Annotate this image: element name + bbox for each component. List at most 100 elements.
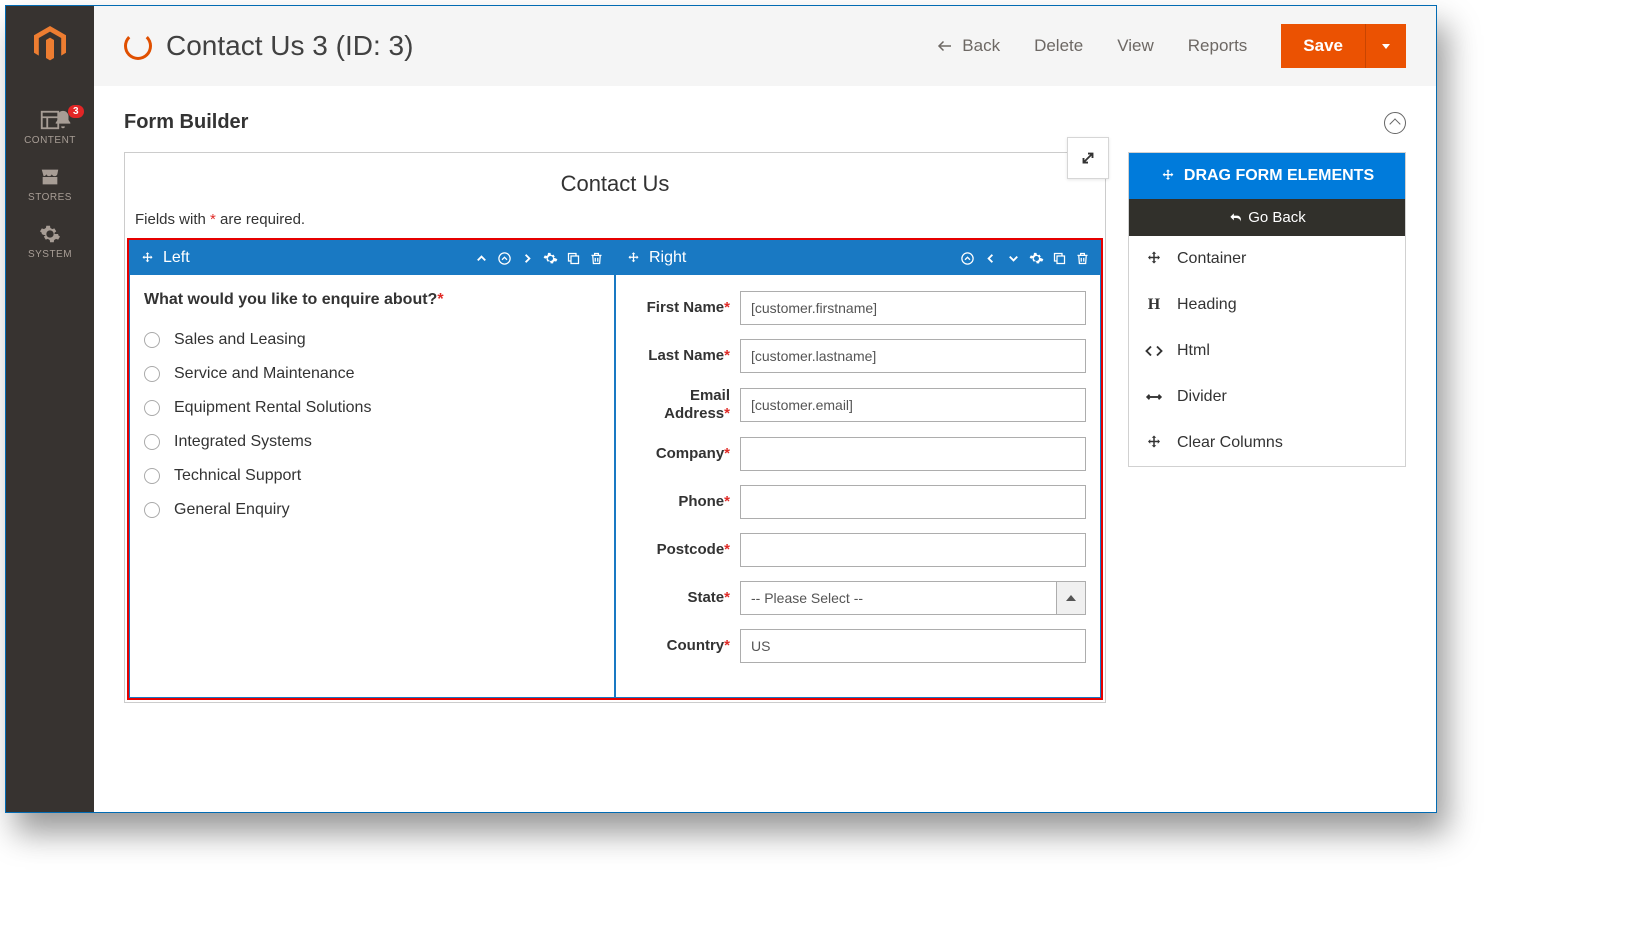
column-left[interactable]: Left What would you like to enquire <box>129 240 615 698</box>
form-field: Postcode* <box>630 533 1086 567</box>
trash-icon[interactable] <box>589 251 604 266</box>
radio-label: Service and Maintenance <box>174 365 355 383</box>
admin-sidebar: CONTENT 3 STORES SYSTEM <box>6 6 94 812</box>
form-field: State* <box>630 581 1086 615</box>
text-input[interactable] <box>740 485 1086 519</box>
circle-chevron-icon[interactable] <box>960 251 975 266</box>
chevron-down-icon[interactable] <box>1006 251 1021 266</box>
column-right-header: Right <box>616 241 1100 275</box>
column-right[interactable]: Right First Name*Last Name*Email Address… <box>615 240 1101 698</box>
sidebar-item-stores[interactable]: STORES <box>6 156 94 213</box>
sidebar-item-content[interactable]: CONTENT 3 <box>6 99 94 156</box>
palette-item-label: Html <box>1177 342 1210 360</box>
radio-option[interactable]: General Enquiry <box>144 493 600 527</box>
radio-label: Technical Support <box>174 467 301 485</box>
radio-label: Integrated Systems <box>174 433 312 451</box>
back-label: Back <box>962 36 1000 56</box>
copy-icon[interactable] <box>1052 251 1067 266</box>
builder-row: Contact Us Fields with * are required. L… <box>124 152 1406 703</box>
palette-item[interactable]: Container <box>1129 236 1405 282</box>
page-title-wrap: Contact Us 3 (ID: 3) <box>124 30 413 62</box>
column-right-body: First Name*Last Name*Email Address*Compa… <box>616 275 1100 697</box>
palette-back-button[interactable]: Go Back <box>1129 199 1405 236</box>
palette-item[interactable]: Clear Columns <box>1129 420 1405 466</box>
save-button[interactable]: Save <box>1281 24 1365 68</box>
text-input[interactable] <box>740 533 1086 567</box>
radio-icon <box>144 468 160 484</box>
sidebar-item-system[interactable]: SYSTEM <box>6 213 94 270</box>
gear-icon[interactable] <box>1029 251 1044 266</box>
palette-item-label: Clear Columns <box>1177 434 1283 452</box>
radio-option[interactable]: Service and Maintenance <box>144 357 600 391</box>
text-input[interactable] <box>740 629 1086 663</box>
radio-option[interactable]: Equipment Rental Solutions <box>144 391 600 425</box>
element-palette: DRAG FORM ELEMENTS Go Back Container HHea… <box>1128 152 1406 467</box>
section-header: Form Builder <box>124 111 1406 134</box>
form-field: Phone* <box>630 485 1086 519</box>
form-title: Contact Us <box>125 171 1105 197</box>
header-actions: Back Delete View Reports Save <box>936 24 1406 68</box>
form-field: Last Name* <box>630 339 1086 373</box>
radio-option[interactable]: Technical Support <box>144 459 600 493</box>
palette-item-label: Container <box>1177 250 1246 268</box>
radio-icon <box>144 366 160 382</box>
section-title: Form Builder <box>124 111 248 134</box>
form-field: Company* <box>630 437 1086 471</box>
palette-item[interactable]: Html <box>1129 328 1405 374</box>
sidebar-label: STORES <box>28 192 72 203</box>
delete-button[interactable]: Delete <box>1034 36 1083 56</box>
palette-item[interactable]: Divider <box>1129 374 1405 420</box>
move-icon <box>1145 434 1163 452</box>
radio-option[interactable]: Integrated Systems <box>144 425 600 459</box>
palette-item[interactable]: HHeading <box>1129 282 1405 328</box>
required-note: Fields with * are required. <box>125 211 1105 238</box>
select-input[interactable] <box>740 581 1056 615</box>
field-label: First Name* <box>630 299 730 317</box>
chevron-left-icon[interactable] <box>983 251 998 266</box>
collapse-toggle[interactable] <box>1384 112 1406 134</box>
text-input[interactable] <box>740 437 1086 471</box>
circle-chevron-icon[interactable] <box>497 251 512 266</box>
field-label: State* <box>630 589 730 607</box>
chevron-up-icon[interactable] <box>474 251 489 266</box>
text-input[interactable] <box>740 388 1086 422</box>
copy-icon[interactable] <box>566 251 581 266</box>
form-field: First Name* <box>630 291 1086 325</box>
magento-logo[interactable] <box>30 24 70 69</box>
move-icon[interactable] <box>626 251 641 266</box>
radio-question: What would you like to enquire about?* <box>144 291 600 309</box>
save-dropdown[interactable] <box>1365 24 1406 68</box>
field-label: Company* <box>630 445 730 463</box>
reports-button[interactable]: Reports <box>1188 36 1248 56</box>
sidebar-label: SYSTEM <box>28 249 72 260</box>
back-button[interactable]: Back <box>936 36 1000 56</box>
field-label: Country* <box>630 637 730 655</box>
palette-title: DRAG FORM ELEMENTS <box>1184 167 1374 185</box>
select-toggle[interactable] <box>1056 581 1086 615</box>
sidebar-label: CONTENT <box>24 135 76 146</box>
move-icon[interactable] <box>140 251 155 266</box>
text-input[interactable] <box>740 291 1086 325</box>
arrow-h-icon <box>1145 388 1163 406</box>
trash-icon[interactable] <box>1075 251 1090 266</box>
move-icon <box>1145 250 1163 268</box>
columns-container: Left What would you like to enquire <box>127 238 1103 700</box>
radio-label: General Enquiry <box>174 501 290 519</box>
notification-badge: 3 <box>68 105 84 118</box>
main-area: Contact Us 3 (ID: 3) Back Delete View Re… <box>94 6 1436 812</box>
field-label: Last Name* <box>630 347 730 365</box>
radio-icon <box>144 502 160 518</box>
radio-label: Sales and Leasing <box>174 331 306 349</box>
view-button[interactable]: View <box>1117 36 1154 56</box>
page-title: Contact Us 3 (ID: 3) <box>166 30 413 62</box>
code-icon <box>1145 342 1163 360</box>
column-left-body: What would you like to enquire about?* S… <box>130 275 614 547</box>
text-input[interactable] <box>740 339 1086 373</box>
gear-icon[interactable] <box>543 251 558 266</box>
chevron-right-icon[interactable] <box>520 251 535 266</box>
radio-icon <box>144 332 160 348</box>
palette-back-label: Go Back <box>1248 209 1306 226</box>
expand-button[interactable] <box>1067 137 1109 179</box>
save-group: Save <box>1281 24 1406 68</box>
radio-option[interactable]: Sales and Leasing <box>144 323 600 357</box>
